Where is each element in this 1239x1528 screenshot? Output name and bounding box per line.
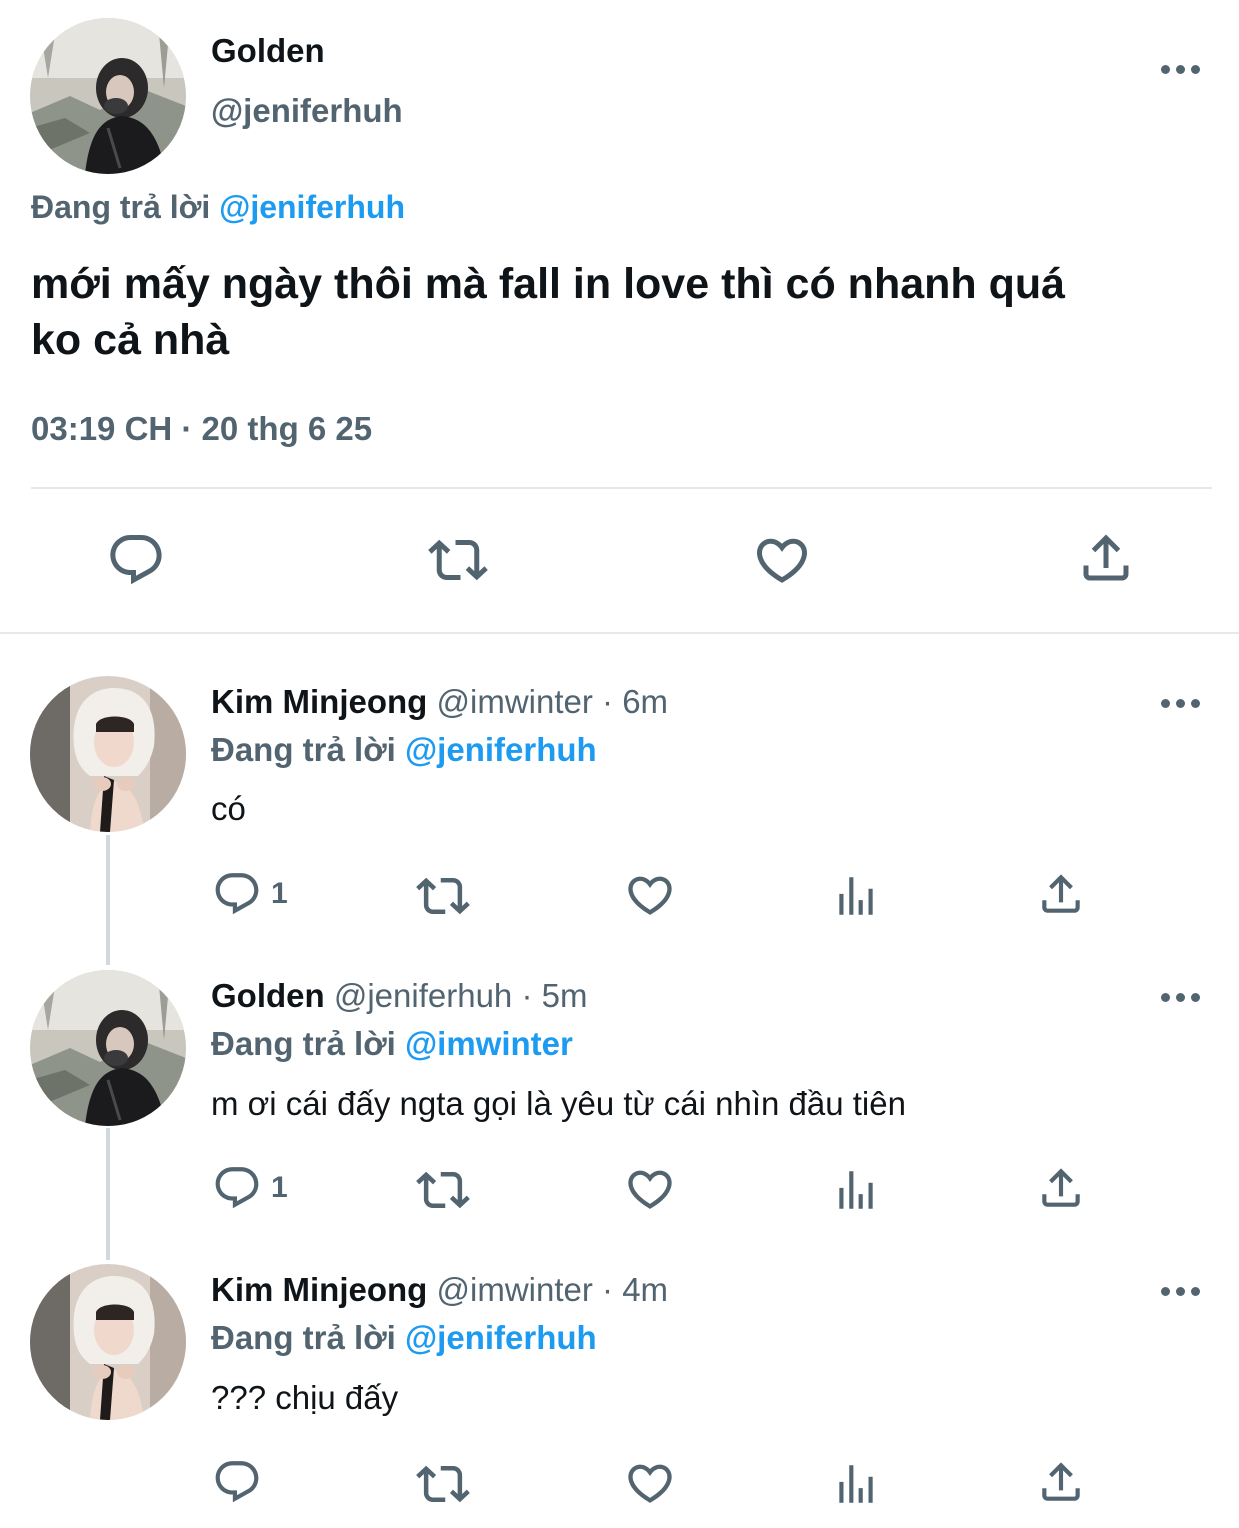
reply-icon[interactable] (212, 1163, 262, 1213)
more-icon[interactable] (1161, 699, 1200, 708)
handle[interactable]: @imwinter (437, 683, 593, 720)
handle[interactable]: @jeniferhuh (334, 977, 512, 1014)
reply-header: Golden @jeniferhuh · 5m (211, 977, 587, 1015)
retweet-icon[interactable] (428, 530, 488, 590)
reply-count: 1 (271, 1171, 288, 1204)
reply-icon[interactable] (212, 1457, 262, 1507)
reply-prefix: Đang trả lời (211, 1319, 396, 1356)
like-icon[interactable] (624, 1457, 676, 1509)
like-icon[interactable] (752, 530, 812, 590)
timestamp[interactable]: 03:19 CH · 20 thg 6 25 (31, 410, 372, 448)
reply-prefix: Đang trả lời (211, 1025, 396, 1062)
reply-header: Kim Minjeong @imwinter · 4m (211, 1271, 668, 1309)
replying-to: Đang trả lời @jeniferhuh (31, 189, 405, 226)
reply-icon[interactable] (106, 530, 166, 590)
reply-header: Kim Minjeong @imwinter · 6m (211, 683, 668, 721)
reply-prefix: Đang trả lời (31, 189, 211, 225)
avatar[interactable] (30, 1264, 186, 1420)
reply-to-handle[interactable]: @jeniferhuh (405, 731, 597, 768)
reply-text: m ơi cái đấy ngta gọi là yêu từ cái nhìn… (211, 1085, 906, 1122)
retweet-icon[interactable] (416, 1457, 470, 1511)
display-name[interactable]: Golden (211, 977, 325, 1014)
retweet-icon[interactable] (416, 1163, 470, 1217)
tweet-text-line: mới mấy ngày thôi mà fall in love thì có… (31, 260, 1066, 308)
replying-to: Đang trả lời @jeniferhuh (211, 1319, 597, 1357)
time[interactable]: · 5m (521, 977, 587, 1014)
reply-to-handle[interactable]: @imwinter (405, 1025, 573, 1062)
reply-text: có (211, 790, 246, 827)
avatar[interactable] (30, 676, 186, 832)
divider (31, 487, 1212, 489)
tweet-text: mới mấy ngày thôi mà fall in love thì có… (31, 256, 1065, 368)
like-icon[interactable] (624, 869, 676, 921)
time[interactable]: · 6m (602, 683, 668, 720)
reply-to-handle[interactable]: @jeniferhuh (219, 189, 405, 225)
share-icon[interactable] (1036, 1163, 1086, 1213)
more-icon[interactable] (1161, 65, 1200, 74)
more-icon[interactable] (1161, 993, 1200, 1002)
handle[interactable]: @jeniferhuh (211, 92, 403, 130)
like-icon[interactable] (624, 1163, 676, 1215)
share-icon[interactable] (1076, 528, 1136, 588)
share-icon[interactable] (1036, 1457, 1086, 1507)
thread-line (106, 1128, 110, 1260)
avatar[interactable] (30, 18, 186, 174)
handle[interactable]: @imwinter (437, 1271, 593, 1308)
time[interactable]: · 4m (602, 1271, 668, 1308)
views-icon[interactable] (831, 1165, 881, 1215)
views-icon[interactable] (831, 1459, 881, 1509)
reply-to-handle[interactable]: @jeniferhuh (405, 1319, 597, 1356)
retweet-icon[interactable] (416, 869, 470, 923)
display-name[interactable]: Kim Minjeong (211, 1271, 427, 1308)
replying-to: Đang trả lời @imwinter (211, 1025, 573, 1063)
share-icon[interactable] (1036, 869, 1086, 919)
reply-count: 1 (271, 877, 288, 910)
reply-text: ??? chịu đấy (211, 1379, 399, 1416)
reply-prefix: Đang trả lời (211, 731, 396, 768)
thread-line (106, 835, 110, 965)
display-name[interactable]: Kim Minjeong (211, 683, 427, 720)
divider (0, 632, 1239, 634)
avatar[interactable] (30, 970, 186, 1126)
more-icon[interactable] (1161, 1287, 1200, 1296)
replying-to: Đang trả lời @jeniferhuh (211, 731, 597, 769)
reply-icon[interactable] (212, 869, 262, 919)
tweet-text-line: ko cả nhà (31, 316, 230, 364)
display-name[interactable]: Golden (211, 32, 325, 70)
views-icon[interactable] (831, 871, 881, 921)
